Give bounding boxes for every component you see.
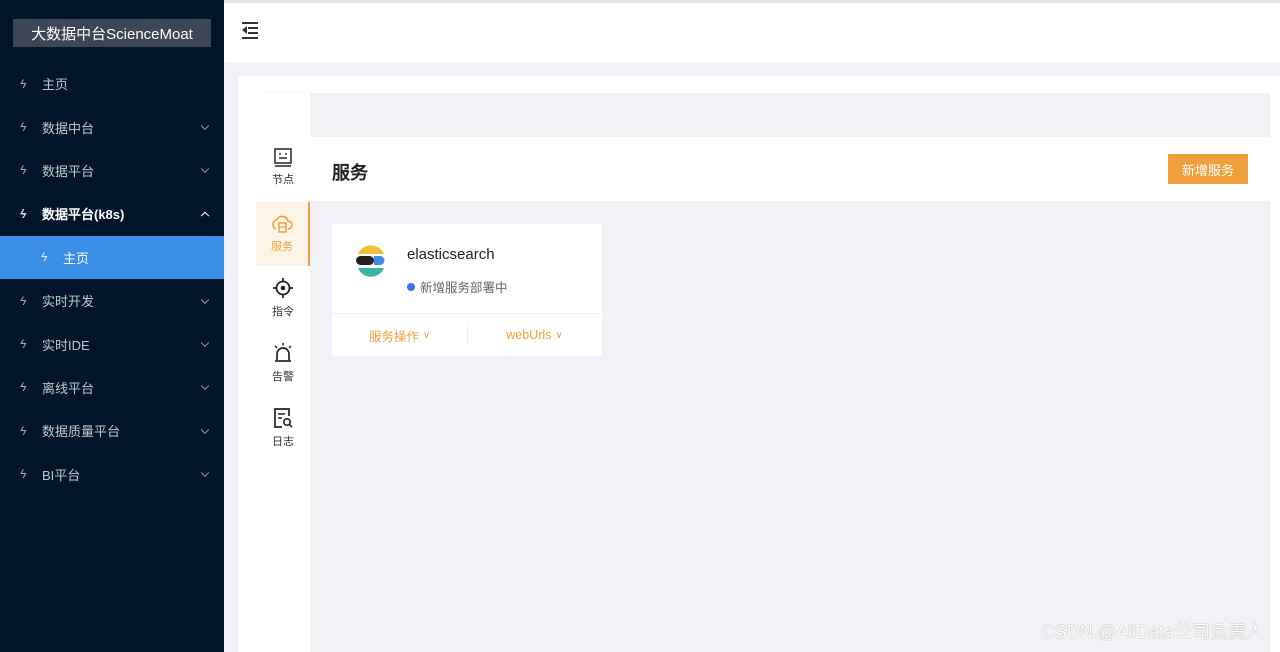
sidebar-item-label: 实时开发: [42, 294, 95, 310]
sidebar-item-label: 离线平台: [42, 380, 95, 396]
panel-header: 服务 新增服务: [310, 137, 1270, 201]
tab-log[interactable]: 日志: [256, 396, 310, 460]
chevron-down-icon: [200, 121, 210, 131]
service-actions-dropdown[interactable]: 服务操作 ∨: [332, 314, 467, 356]
status-text: 新增服务部署中: [420, 281, 508, 295]
bolt-icon: ϟ: [41, 250, 48, 265]
web-urls-dropdown[interactable]: webUrls ∨: [467, 314, 602, 356]
service-status: 新增服务部署中: [407, 277, 508, 296]
tab-label: 指令: [272, 306, 294, 318]
tab-label: 节点: [272, 174, 294, 186]
tab-command[interactable]: 指令: [256, 266, 310, 330]
alarm-icon: [274, 343, 292, 362]
sidebar-item-label: BI平台: [42, 467, 81, 483]
tab-label: 告警: [272, 371, 294, 383]
chevron-down-icon: ∨: [422, 329, 431, 341]
tab-label: 日志: [272, 436, 294, 448]
chevron-down-icon: [200, 295, 210, 304]
target-icon: [273, 278, 293, 298]
bolt-icon: ϟ: [20, 467, 27, 482]
sidebar-item-offline[interactable]: ϟ 离线平台: [0, 366, 224, 409]
bolt-icon: ϟ: [20, 337, 27, 352]
panel-top-strip: [310, 93, 1270, 137]
bolt-icon: ϟ: [20, 163, 27, 178]
chevron-down-icon: [200, 338, 210, 348]
service-list: elasticsearch 新增服务部署中 服务操作 ∨ webUrls ∨: [310, 201, 1270, 652]
dropdown-label: webUrls: [506, 328, 552, 342]
tab-alarm[interactable]: 告警: [256, 331, 310, 395]
bolt-icon: ϟ: [20, 76, 27, 91]
sidebar-item-data-middle[interactable]: ϟ 数据中台: [0, 105, 224, 148]
sidebar-item-label: 主页: [42, 77, 69, 93]
bolt-icon: ϟ: [20, 206, 27, 221]
chevron-down-icon: ∨: [555, 329, 563, 341]
logo-area: 大数据中台ScienceMoat: [0, 0, 224, 62]
sidebar-item-realtime-dev[interactable]: ϟ 实时开发: [0, 279, 224, 322]
bolt-icon: ϟ: [20, 120, 27, 135]
app-logo[interactable]: 大数据中台ScienceMoat: [13, 19, 211, 47]
sidebar-item-label: 实时IDE: [42, 337, 90, 353]
bolt-icon: ϟ: [20, 423, 27, 438]
service-cloud-icon: [272, 215, 293, 233]
sidebar-item-data-platform[interactable]: ϟ 数据平台: [0, 149, 224, 192]
sidebar-subitem-home[interactable]: ϟ 主页: [0, 235, 224, 279]
sidebar: 大数据中台ScienceMoat ϟ 主页 ϟ 数据中台 ϟ 数据平台 ϟ 数据…: [0, 0, 224, 652]
page-title: 服务: [332, 163, 368, 183]
chevron-down-icon: [200, 468, 210, 478]
tab-service[interactable]: 服务: [256, 202, 310, 266]
sidebar-item-label: 主页: [63, 250, 90, 266]
sidebar-item-data-quality[interactable]: ϟ 数据质量平台: [0, 409, 224, 452]
main-content: 节点 服务 指令 告警 日志 服务 新增服务 elasticsearch 新增服…: [238, 76, 1280, 652]
chevron-down-icon: [200, 381, 210, 391]
sidebar-item-label: 数据中台: [42, 120, 95, 136]
chevron-down-icon: [200, 165, 210, 174]
sidebar-item-home[interactable]: ϟ 主页: [0, 62, 224, 105]
bolt-icon: ϟ: [20, 293, 27, 308]
sidebar-item-bi[interactable]: ϟ BI平台: [0, 453, 224, 496]
sidebar-menu: ϟ 主页 ϟ 数据中台 ϟ 数据平台 ϟ 数据平台(k8s) ϟ 主页 ϟ 实时…: [0, 62, 224, 496]
tab-label: 服务: [271, 241, 293, 253]
dropdown-label: 服务操作: [368, 329, 419, 344]
chevron-up-icon: [200, 211, 210, 220]
sidebar-item-realtime-ide[interactable]: ϟ 实时IDE: [0, 322, 224, 365]
node-icon: [274, 148, 292, 167]
service-name: elasticsearch: [407, 246, 495, 263]
sidebar-item-label: 数据平台: [42, 163, 95, 179]
add-service-button[interactable]: 新增服务: [1168, 154, 1248, 184]
card-actions: 服务操作 ∨ webUrls ∨: [332, 313, 602, 356]
sidebar-item-label: 数据平台(k8s): [42, 207, 125, 223]
sidebar-item-label: 数据质量平台: [42, 424, 121, 440]
elasticsearch-logo-icon: [356, 245, 385, 277]
menu-fold-icon[interactable]: [242, 22, 260, 39]
bolt-icon: ϟ: [20, 380, 27, 395]
top-bar: [224, 0, 1280, 62]
chevron-down-icon: [200, 425, 210, 434]
service-card[interactable]: elasticsearch 新增服务部署中 服务操作 ∨ webUrls ∨: [332, 224, 602, 356]
vertical-tabs: 节点 服务 指令 告警 日志: [256, 93, 310, 652]
sidebar-item-data-platform-k8s[interactable]: ϟ 数据平台(k8s): [0, 192, 224, 235]
tab-node[interactable]: 节点: [256, 135, 310, 199]
log-search-icon: [274, 408, 293, 428]
watermark: CSDN @AllData公司负责人: [1041, 622, 1264, 642]
status-dot-icon: [407, 282, 415, 291]
